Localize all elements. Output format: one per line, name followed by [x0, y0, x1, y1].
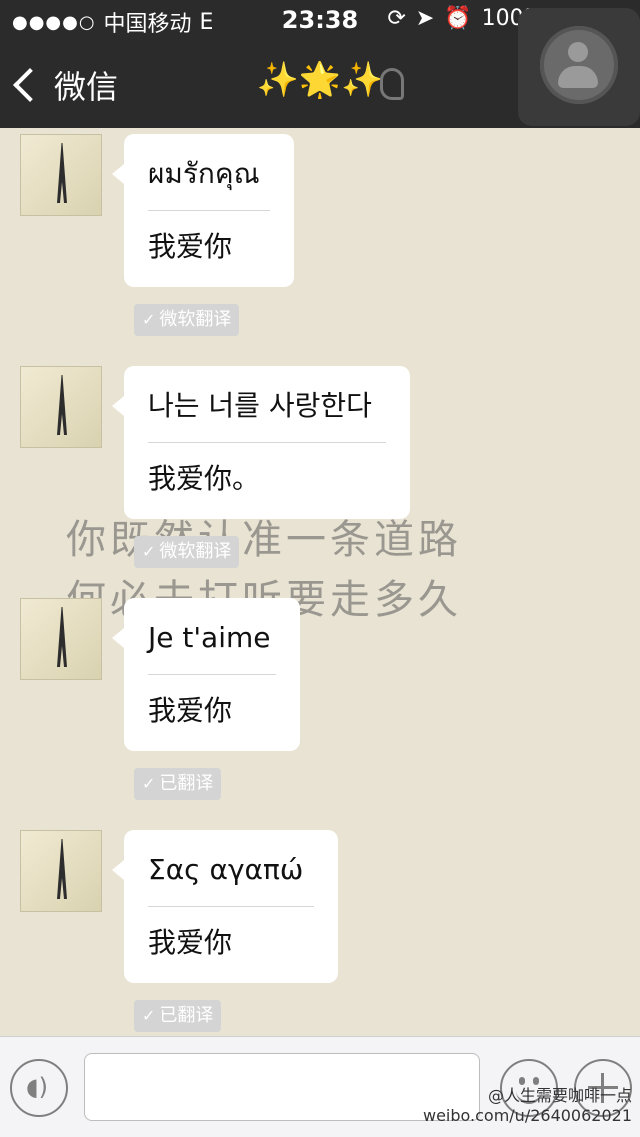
- translated-text: 我爱你。: [148, 462, 261, 495]
- voice-input-button[interactable]: ◖): [10, 1059, 68, 1117]
- lock-rotation-icon: ⟳: [387, 6, 406, 31]
- avatar[interactable]: [20, 134, 102, 216]
- watermark-line: 你既然认准一条道路: [66, 517, 462, 563]
- eiffel-tower-icon: [57, 375, 67, 435]
- avatar[interactable]: [20, 830, 102, 912]
- avatar[interactable]: [20, 366, 102, 448]
- translation-label: 微软翻译: [159, 541, 232, 562]
- check-icon: ✓: [142, 1006, 156, 1025]
- eiffel-tower-icon: [57, 839, 67, 899]
- message-bubble[interactable]: Σας αγαπώ 我爱你: [112, 830, 338, 983]
- translation-label: 微软翻译: [159, 309, 232, 330]
- translated-text: 我爱你: [148, 694, 233, 727]
- avatar[interactable]: [20, 598, 102, 680]
- weibo-watermark: @人生需要咖啡一点 weibo.com/u/2640062021: [423, 1086, 632, 1126]
- alarm-icon: ⏰: [444, 6, 472, 31]
- floating-call-widget[interactable]: [518, 8, 640, 126]
- original-text: 나는 너를 사랑한다: [148, 389, 372, 422]
- original-text: Σας αγαπώ: [148, 853, 304, 886]
- user-avatar-icon: [540, 26, 618, 104]
- message-input[interactable]: [84, 1053, 480, 1121]
- translation-badge: ✓ 微软翻译: [134, 536, 240, 568]
- check-icon: ✓: [142, 542, 156, 561]
- divider: [148, 674, 276, 675]
- check-icon: ✓: [142, 774, 156, 793]
- original-text: Je t'aime: [148, 621, 271, 654]
- location-icon: ➤: [415, 6, 435, 31]
- original-text: ผมรักคุณ: [148, 157, 260, 190]
- ear-icon: [380, 68, 404, 100]
- translation-badge: ✓ 微软翻译: [134, 304, 240, 336]
- translation-badge: ✓ 已翻译: [134, 768, 222, 800]
- message-bubble[interactable]: Je t'aime 我爱你: [112, 598, 300, 751]
- divider: [148, 906, 314, 907]
- top-bar: ●●●●○ 中国移动 E 23:38 ⟳ ➤ ⏰ 100% ⚡ 微信 ✨🌟✨: [0, 0, 640, 128]
- eiffel-tower-icon: [57, 607, 67, 667]
- divider: [148, 210, 270, 211]
- weibo-handle: @人生需要咖啡一点: [487, 1086, 632, 1105]
- message-bubble[interactable]: 나는 너를 사랑한다 我爱你。: [112, 366, 410, 519]
- translation-label: 已翻译: [159, 1005, 214, 1026]
- translated-text: 我爱你: [148, 926, 233, 959]
- voice-icon: ◖): [26, 1073, 49, 1101]
- translation-label: 已翻译: [159, 773, 214, 794]
- translated-text: 我爱你: [148, 230, 233, 263]
- translation-badge: ✓ 已翻译: [134, 1000, 222, 1032]
- weibo-url: weibo.com/u/2640062021: [422, 1106, 632, 1125]
- eiffel-tower-icon: [57, 143, 67, 203]
- divider: [148, 442, 386, 443]
- check-icon: ✓: [142, 310, 156, 329]
- message-bubble[interactable]: ผมรักคุณ 我爱你: [112, 134, 294, 287]
- chat-area[interactable]: 你既然认准一条道路 何必去打听要走多久 ผมรักคุณ 我爱你 ✓微软翻译 나…: [0, 128, 640, 1036]
